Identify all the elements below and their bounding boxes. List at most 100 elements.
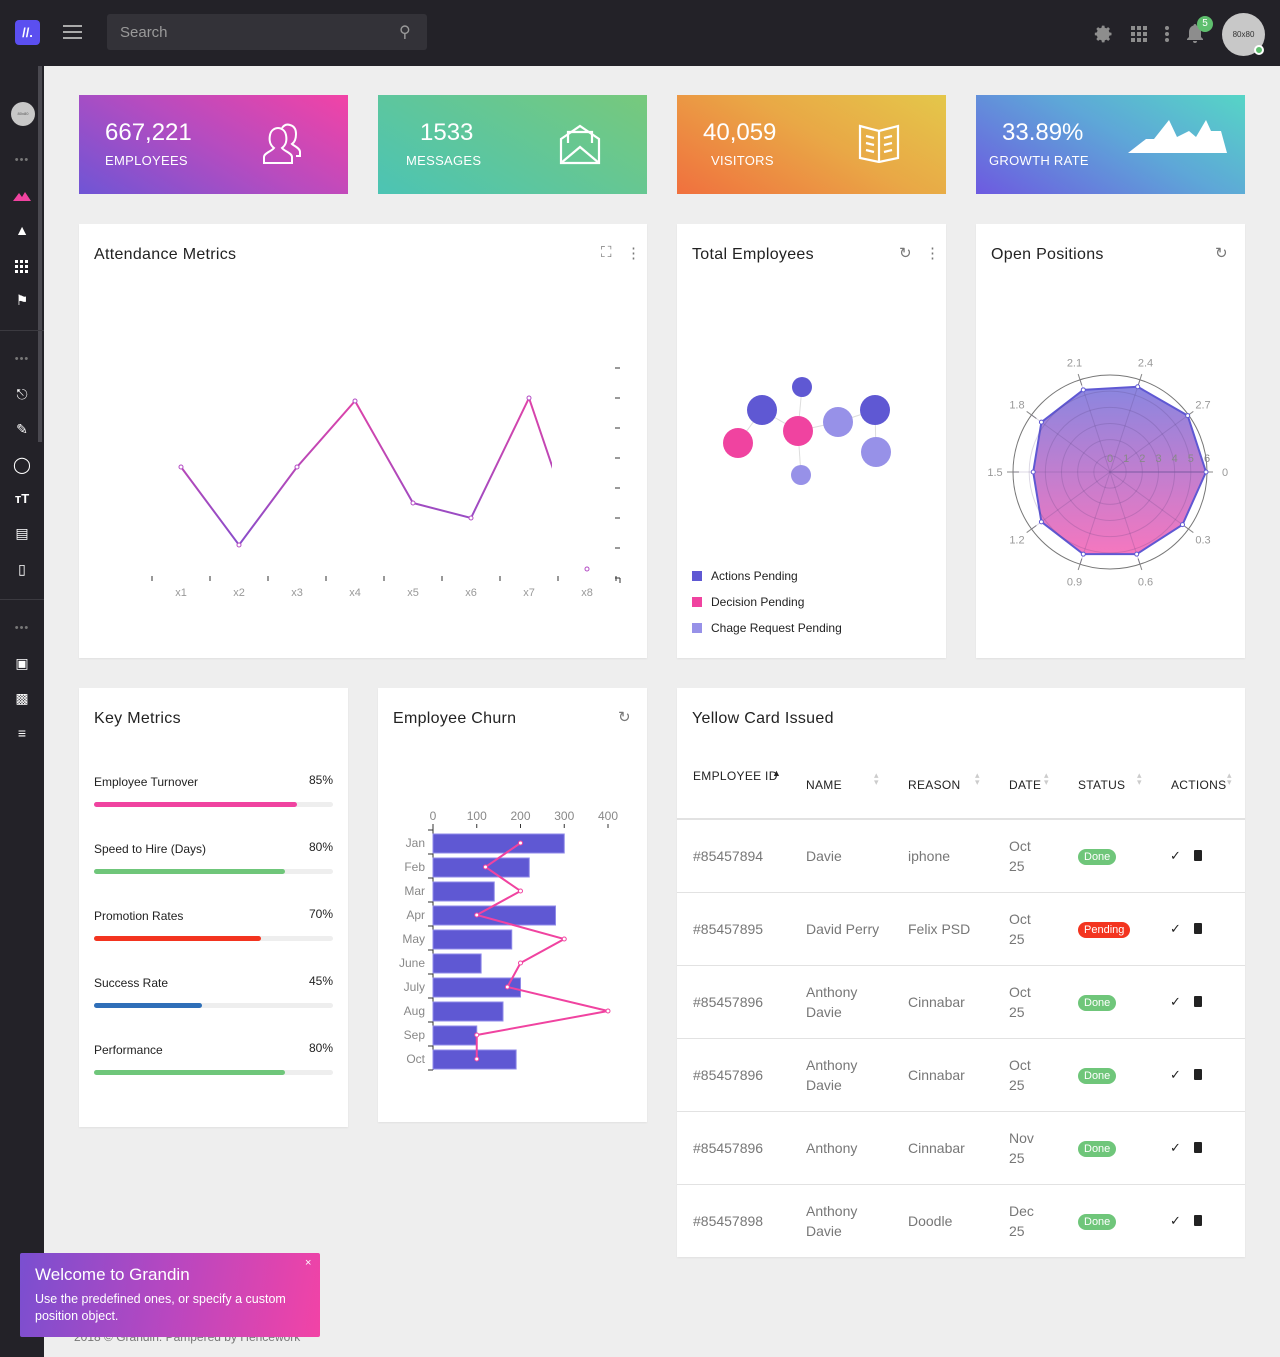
trash-icon[interactable] — [1194, 996, 1202, 1007]
name-cell: Anthony Davie — [806, 984, 858, 1020]
metric-progress-fill — [94, 1003, 202, 1008]
network-node — [823, 407, 853, 437]
book-icon[interactable]: ▩ — [0, 690, 44, 707]
employee-id-cell: #85457898 — [693, 1213, 764, 1229]
trash-icon[interactable] — [1194, 850, 1202, 861]
sort-icon[interactable]: ▴ ▾ — [1137, 771, 1142, 787]
x-tick-label: x2 — [233, 587, 245, 599]
x-tick-label: x6 — [465, 587, 477, 599]
sort-icon[interactable]: ▴ ▾ — [1227, 771, 1232, 787]
circle-icon[interactable]: ◯ — [0, 455, 44, 475]
legend-swatch — [692, 571, 702, 581]
metric-value: 70% — [308, 907, 333, 921]
y-tick-label: Sep — [404, 1028, 426, 1042]
metric-progress-track — [94, 869, 333, 874]
trash-icon[interactable] — [1194, 1215, 1202, 1226]
metric-value: 85% — [308, 773, 333, 787]
data-line — [180, 395, 552, 547]
data-point — [526, 395, 532, 401]
status-badge: Pending — [1078, 922, 1131, 938]
check-icon[interactable]: ✓ — [1170, 992, 1181, 1012]
metric-progress-track — [94, 1003, 333, 1008]
radial-tick-label: 2 — [1139, 453, 1145, 465]
metric-progress-track — [94, 1070, 333, 1075]
y-tick-label: Apr — [406, 908, 425, 922]
sort-icon[interactable]: ▴ ▾ — [975, 771, 980, 787]
check-icon[interactable]: ✓ — [1170, 1211, 1181, 1231]
more-vertical-icon[interactable] — [1164, 26, 1170, 42]
check-icon[interactable]: ✓ — [1170, 846, 1181, 866]
basket-icon[interactable]: ▲ — [0, 222, 44, 238]
check-icon[interactable]: ✓ — [1170, 919, 1181, 939]
date-cell: Oct 25 — [1009, 838, 1031, 874]
bar — [432, 953, 482, 974]
metric-value: 80% — [308, 1041, 333, 1055]
angle-tick-label: 2.1 — [1067, 358, 1082, 370]
text-size-icon[interactable]: тT — [0, 491, 44, 506]
stat-label: GROWTH RATE — [989, 153, 1089, 168]
apps-grid-icon[interactable] — [1131, 26, 1147, 42]
employee-id-cell: #85457896 — [693, 1067, 764, 1083]
card-title: Key Metrics — [94, 710, 181, 727]
y-tick-label: Aug — [404, 1004, 425, 1018]
sort-icon[interactable]: ▴ ▾ — [874, 771, 879, 787]
column-header[interactable]: EMPLOYEE ID — [693, 768, 783, 785]
date-cell: Oct 25 — [1009, 984, 1031, 1020]
date-cell: Oct 25 — [1009, 911, 1031, 947]
status-badge: Done — [1078, 1214, 1117, 1230]
network-node — [783, 416, 813, 446]
check-icon[interactable]: ✓ — [1170, 1065, 1181, 1085]
grid-icon[interactable] — [15, 260, 28, 273]
churn-point — [518, 888, 523, 894]
check-icon[interactable]: ✓ — [1170, 1138, 1181, 1158]
logo[interactable]: //. — [15, 20, 40, 45]
date-cell: Nov 25 — [1009, 1130, 1034, 1166]
trash-icon[interactable] — [1194, 1142, 1202, 1153]
sort-icon[interactable]: ▲ — [772, 769, 781, 778]
sidebar-avatar[interactable]: 80x80 — [11, 102, 35, 126]
flag-icon[interactable]: ⚑ — [0, 292, 44, 309]
network-node — [791, 465, 811, 485]
divider-icon[interactable]: ▤ — [0, 525, 44, 542]
mountain-icon[interactable] — [13, 191, 31, 201]
churn-point — [518, 960, 523, 966]
y-tick-label: Feb — [404, 860, 425, 874]
column-header[interactable]: ACTIONS — [1171, 777, 1226, 794]
pencil-icon[interactable]: ✎ — [0, 421, 44, 438]
search-input[interactable] — [107, 14, 427, 50]
trash-icon[interactable] — [1194, 923, 1202, 934]
column-header[interactable]: STATUS — [1078, 777, 1125, 794]
column-header[interactable]: DATE — [1009, 777, 1041, 794]
metric-progress-track — [94, 802, 333, 807]
fullscreen-icon[interactable]: ▣ — [0, 655, 44, 672]
menu-icon[interactable] — [63, 25, 82, 39]
date-cell: Dec 25 — [1009, 1203, 1034, 1239]
name-cell: David Perry — [806, 921, 880, 937]
churn-point — [561, 936, 567, 942]
filter-icon[interactable]: ≡ — [0, 725, 44, 741]
search-icon[interactable]: ⚲ — [399, 22, 411, 42]
radial-tick-label: 5 — [1188, 453, 1194, 465]
mountains-icon — [1128, 120, 1227, 153]
churn-point — [504, 984, 510, 990]
data-point — [468, 515, 474, 521]
stat-value: 1533 — [420, 119, 474, 146]
x-tick-label: x1 — [175, 587, 187, 599]
close-icon[interactable]: × — [305, 1257, 311, 1269]
sort-icon[interactable]: ▴ ▾ — [1044, 771, 1049, 787]
trash-icon[interactable] — [1194, 1069, 1202, 1080]
column-header[interactable]: NAME — [806, 777, 842, 794]
angle-tick-label: 1.2 — [1009, 535, 1024, 547]
gear-icon[interactable] — [1094, 24, 1114, 44]
stat-value: 33.89% — [1002, 119, 1084, 146]
angle-tick-label: 1.8 — [1009, 399, 1024, 411]
network-node — [792, 377, 812, 397]
name-cell: Anthony Davie — [806, 1203, 858, 1239]
login-icon[interactable]: ⎋ — [0, 386, 44, 403]
column-header[interactable]: REASON — [908, 777, 960, 794]
radar-area — [1032, 385, 1208, 556]
map-icon[interactable]: ▯ — [0, 561, 44, 578]
metric-progress-fill — [94, 1070, 286, 1075]
reason-cell: Felix PSD — [908, 921, 971, 937]
y-tick-label: Jan — [406, 836, 425, 850]
